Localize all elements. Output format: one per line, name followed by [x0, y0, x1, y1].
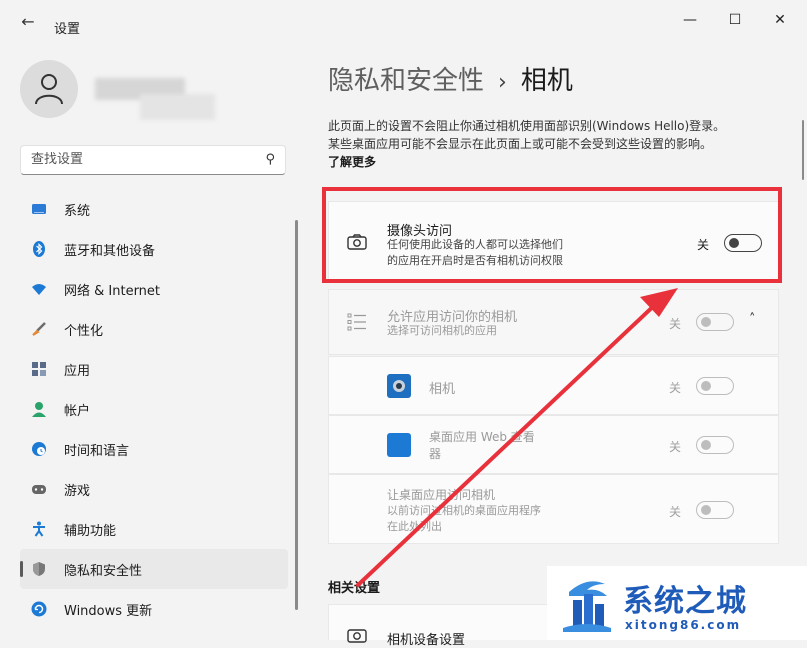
watermark-title: 系统之城 — [623, 584, 747, 619]
watermark-url: xitong86.com — [625, 618, 742, 632]
annotation-arrow — [356, 288, 678, 587]
watermark-logo-icon — [563, 581, 611, 632]
watermark: 系统之城 xitong86.com — [547, 566, 807, 640]
